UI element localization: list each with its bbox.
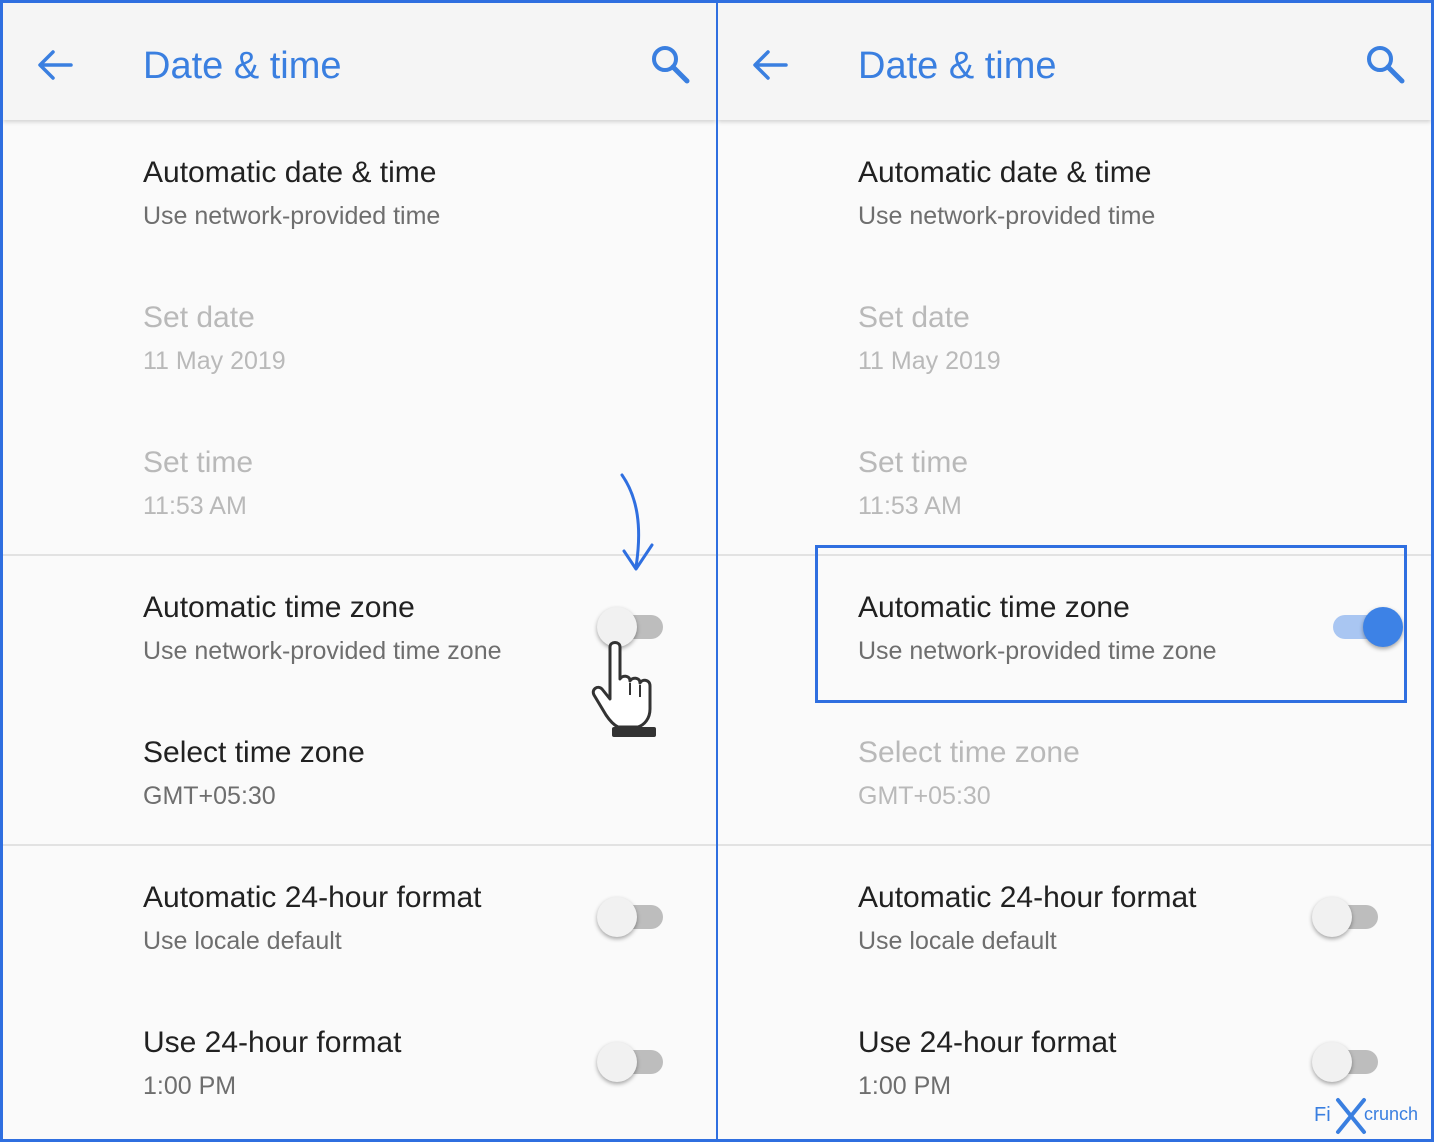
setting-automatic-date-time[interactable]: Automatic date & time Use network-provid… — [3, 120, 716, 265]
search-icon — [652, 46, 690, 84]
panel-divider — [716, 0, 718, 1142]
search-button[interactable] — [647, 41, 693, 87]
setting-subtitle: 11:53 AM — [143, 492, 247, 520]
setting-title: Set time — [143, 446, 254, 479]
watermark-text-right: crunch — [1364, 1104, 1419, 1124]
page-title: Date & time — [858, 45, 1057, 87]
search-icon — [1367, 46, 1405, 84]
setting-title: Use 24-hour format — [858, 1026, 1117, 1059]
setting-title: Use 24-hour format — [143, 1026, 402, 1059]
back-button[interactable] — [33, 43, 77, 87]
arrow-left-icon — [38, 50, 73, 80]
setting-title: Set time — [858, 446, 969, 479]
fixcrunch-watermark: Fi crunch — [1310, 1096, 1420, 1136]
use-24-hour-format-toggle[interactable] — [1312, 1040, 1382, 1084]
automatic-24-hour-format-toggle[interactable] — [597, 895, 667, 939]
toggle-thumb — [597, 897, 637, 937]
setting-title: Select time zone — [143, 736, 365, 769]
setting-title: Automatic time zone — [143, 591, 415, 624]
setting-subtitle: GMT+05:30 — [858, 782, 991, 810]
setting-title: Automatic date & time — [143, 156, 437, 189]
right-panel: Date & time Automatic date & time Use ne… — [718, 3, 1431, 1139]
curved-arrow-down-icon — [620, 473, 654, 571]
arrow-left-icon — [753, 50, 788, 80]
setting-subtitle: Use network-provided time zone — [143, 637, 502, 665]
setting-subtitle: 1:00 PM — [143, 1072, 237, 1100]
watermark-text-left: Fi — [1314, 1104, 1331, 1126]
setting-automatic-24-hour-format[interactable]: Automatic 24-hour format Use locale defa… — [3, 845, 716, 990]
search-button[interactable] — [1362, 41, 1408, 87]
setting-subtitle: 1:00 PM — [858, 1072, 952, 1100]
toggle-thumb — [1312, 897, 1352, 937]
setting-subtitle: Use locale default — [143, 927, 342, 955]
setting-use-24-hour-format[interactable]: Use 24-hour format 1:00 PM — [3, 990, 716, 1135]
setting-set-time: Set time 11:53 AM — [718, 410, 1431, 555]
setting-select-time-zone: Select time zone GMT+05:30 — [718, 700, 1431, 845]
setting-set-date: Set date 11 May 2019 — [3, 265, 716, 410]
setting-subtitle: GMT+05:30 — [143, 782, 276, 810]
toggle-thumb — [1312, 1042, 1352, 1082]
setting-subtitle: Use locale default — [858, 927, 1057, 955]
setting-subtitle: 11 May 2019 — [858, 347, 1001, 375]
setting-subtitle: Use network-provided time — [143, 202, 441, 230]
highlight-box — [815, 545, 1407, 703]
setting-subtitle: Use network-provided time — [858, 202, 1156, 230]
automatic-24-hour-format-toggle[interactable] — [1312, 895, 1382, 939]
setting-title: Set date — [143, 301, 255, 334]
setting-title: Automatic date & time — [858, 156, 1152, 189]
pointing-hand-icon — [591, 641, 656, 737]
app-bar: Date & time — [718, 3, 1431, 120]
page-title: Date & time — [143, 45, 342, 87]
setting-title: Automatic 24-hour format — [858, 881, 1197, 914]
app-bar: Date & time — [3, 3, 716, 120]
toggle-thumb — [597, 1042, 637, 1082]
setting-automatic-date-time[interactable]: Automatic date & time Use network-provid… — [718, 120, 1431, 265]
setting-subtitle: 11 May 2019 — [143, 347, 286, 375]
use-24-hour-format-toggle[interactable] — [597, 1040, 667, 1084]
setting-title: Select time zone — [858, 736, 1080, 769]
setting-title: Automatic 24-hour format — [143, 881, 482, 914]
setting-set-date: Set date 11 May 2019 — [718, 265, 1431, 410]
watermark-x-icon — [1336, 1098, 1366, 1134]
setting-subtitle: 11:53 AM — [858, 492, 962, 520]
back-button[interactable] — [748, 43, 792, 87]
setting-title: Set date — [858, 301, 970, 334]
left-panel: Date & time Automatic date & time Use ne… — [3, 3, 716, 1139]
setting-automatic-24-hour-format[interactable]: Automatic 24-hour format Use locale defa… — [718, 845, 1431, 990]
